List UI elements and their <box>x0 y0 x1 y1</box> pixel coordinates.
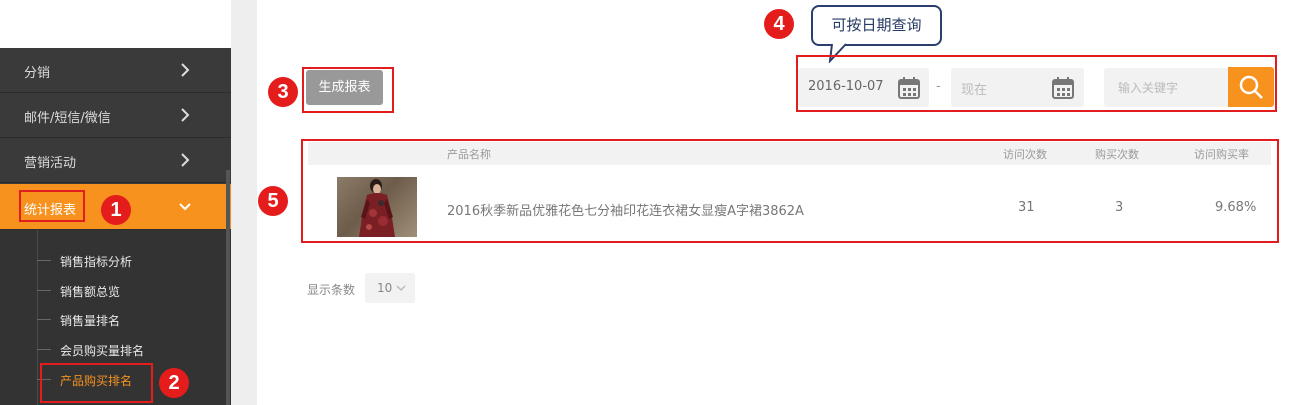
chevron-down-icon <box>396 285 406 292</box>
tree-tick <box>37 349 51 350</box>
start-date-field[interactable]: 2016-10-07 <box>798 68 929 107</box>
callout-bubble: 可按日期查询 <box>811 5 942 46</box>
calendar-icon[interactable] <box>898 77 920 99</box>
table-header: 产品名称 访问次数 购买次数 访问购买率 <box>308 142 1271 165</box>
product-image <box>359 179 395 237</box>
calendar-icon[interactable] <box>1052 77 1074 99</box>
content-gutter <box>231 0 257 405</box>
annotation-box-1 <box>19 190 85 222</box>
product-name[interactable]: 2016秋季新品优雅花色七分袖印花连衣裙女显瘦A字裙3862A <box>447 200 804 219</box>
sidebar-item-mail-sms-wechat[interactable]: 邮件/短信/微信 <box>0 93 231 138</box>
start-date-value: 2016-10-07 <box>808 79 884 94</box>
sidebar-scrollbar[interactable] <box>226 170 230 405</box>
column-header-conversion-rate[interactable]: 访问购买率 <box>1194 146 1249 162</box>
keyword-search-input[interactable] <box>1104 68 1228 107</box>
search-button[interactable] <box>1228 67 1274 107</box>
search-icon <box>1239 75 1263 99</box>
sidebar-item-label: 邮件/短信/微信 <box>24 111 111 126</box>
submenu-item-sales-overview[interactable]: 销售额总览 <box>37 276 217 306</box>
chevron-right-icon <box>181 153 190 167</box>
tree-tick <box>37 290 51 291</box>
sidebar-item-label: 营销活动 <box>24 156 77 171</box>
visit-count: 31 <box>1018 200 1035 215</box>
submenu-item-label: 销售额总览 <box>60 285 121 299</box>
tree-tick <box>37 319 51 320</box>
chevron-down-icon <box>179 203 191 211</box>
chevron-right-icon <box>181 108 190 122</box>
generate-report-button[interactable]: 生成报表 <box>306 70 383 105</box>
chevron-right-icon <box>181 63 190 77</box>
annotation-badge-3: 3 <box>268 77 298 107</box>
submenu-item-label: 销售指标分析 <box>60 255 133 269</box>
tree-tick <box>37 260 51 261</box>
rows-per-page-value: 10 <box>377 281 393 295</box>
rows-per-page-label: 显示条数 <box>307 283 356 297</box>
submenu-item-label: 会员购买量排名 <box>60 344 145 358</box>
end-date-value: 现在 <box>961 83 988 98</box>
submenu-item-label: 销售量排名 <box>60 314 121 328</box>
date-range-separator: - <box>936 79 941 94</box>
column-header-product-name[interactable]: 产品名称 <box>447 146 491 162</box>
submenu-item-sales-volume-rank[interactable]: 销售量排名 <box>37 305 217 335</box>
sidebar-item-distribution[interactable]: 分销 <box>0 48 231 93</box>
column-header-purchases[interactable]: 购买次数 <box>1095 146 1139 162</box>
rows-per-page-select[interactable]: 10 <box>365 273 415 303</box>
annotation-badge-2: 2 <box>159 368 189 398</box>
column-header-visits[interactable]: 访问次数 <box>1003 146 1047 162</box>
sidebar-item-marketing[interactable]: 营销活动 <box>0 138 231 183</box>
sidebar-item-label: 分销 <box>24 66 51 81</box>
purchase-count: 3 <box>1115 200 1124 215</box>
annotation-badge-5: 5 <box>258 186 288 216</box>
annotation-badge-1: 1 <box>101 195 131 225</box>
submenu-item-member-purchase-rank[interactable]: 会员购买量排名 <box>37 335 217 365</box>
annotation-badge-4: 4 <box>764 9 794 39</box>
end-date-field[interactable]: 现在 <box>951 68 1084 107</box>
submenu-item-sales-analysis[interactable]: 销售指标分析 <box>37 246 217 276</box>
product-thumbnail[interactable] <box>337 177 417 237</box>
annotation-box-2 <box>40 363 153 403</box>
conversion-rate: 9.68% <box>1215 200 1257 215</box>
